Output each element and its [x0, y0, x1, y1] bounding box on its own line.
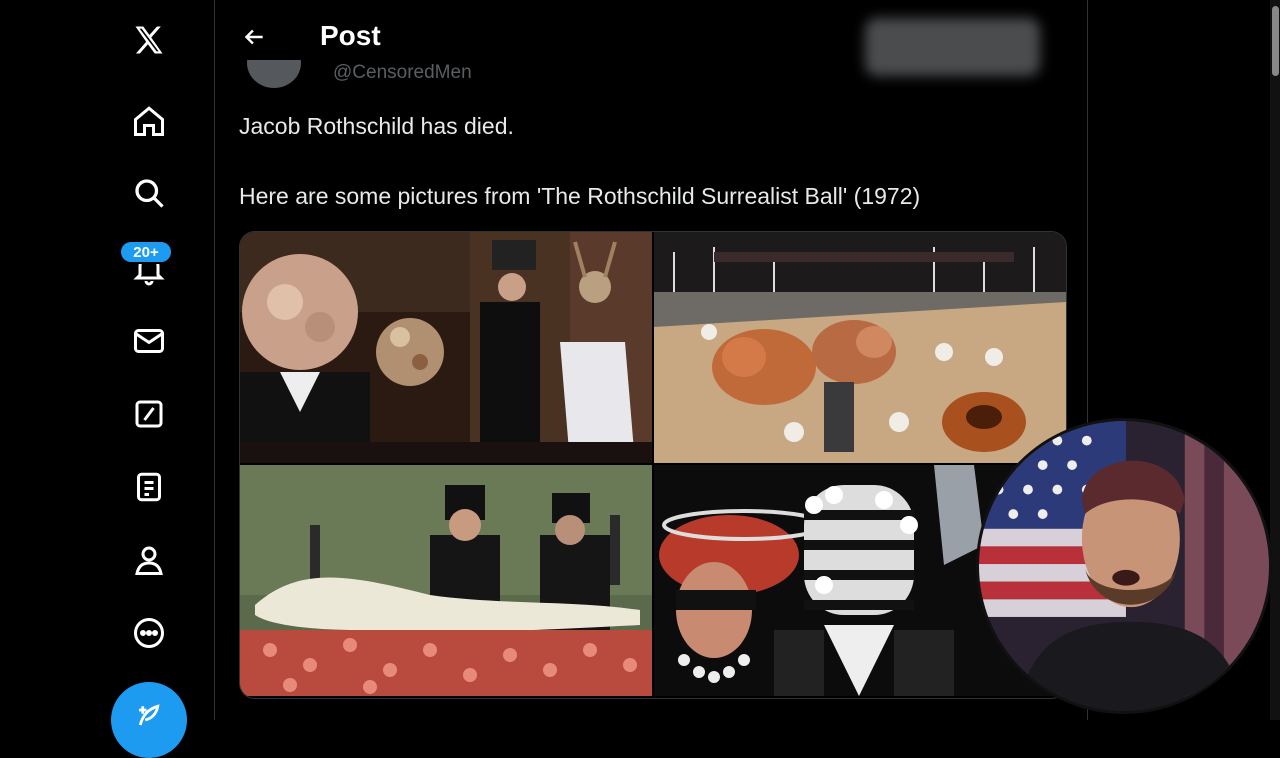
x-logo-icon[interactable]	[124, 15, 174, 65]
page-title: Post	[320, 20, 381, 51]
page-scrollbar[interactable]	[1270, 0, 1280, 720]
slash-square-icon[interactable]	[124, 389, 174, 439]
scrollbar-thumb[interactable]	[1272, 6, 1279, 76]
media-grid	[239, 231, 1067, 699]
mail-icon[interactable]	[124, 316, 174, 366]
avatar[interactable]	[247, 60, 301, 88]
media-photo-2[interactable]	[654, 232, 1066, 463]
list-icon[interactable]	[124, 462, 174, 512]
person-icon[interactable]	[124, 535, 174, 585]
notifications-badge: 20+	[119, 240, 173, 264]
search-icon[interactable]	[124, 168, 174, 218]
post-text-line-1: Jacob Rothschild has died.	[239, 113, 514, 139]
webcam-overlay	[976, 418, 1272, 714]
arrow-left-icon	[244, 29, 263, 45]
home-icon[interactable]	[124, 96, 174, 146]
media-photo-3[interactable]	[240, 465, 652, 696]
sidebar: 20+	[0, 0, 214, 758]
back-button[interactable]	[233, 16, 275, 58]
more-circle-icon[interactable]	[124, 608, 174, 658]
media-photo-1[interactable]	[240, 232, 652, 463]
author-handle[interactable]: @CensoredMen	[333, 62, 472, 84]
post-text-line-2: Here are some pictures from 'The Rothsch…	[239, 183, 921, 209]
compose-post-button[interactable]	[111, 682, 187, 758]
author-row: @CensoredMen	[237, 60, 837, 90]
feather-plus-icon	[138, 704, 160, 726]
main-column: Post @CensoredMen Jacob Rothschild has d…	[214, 0, 1088, 720]
blurred-region	[865, 18, 1040, 76]
